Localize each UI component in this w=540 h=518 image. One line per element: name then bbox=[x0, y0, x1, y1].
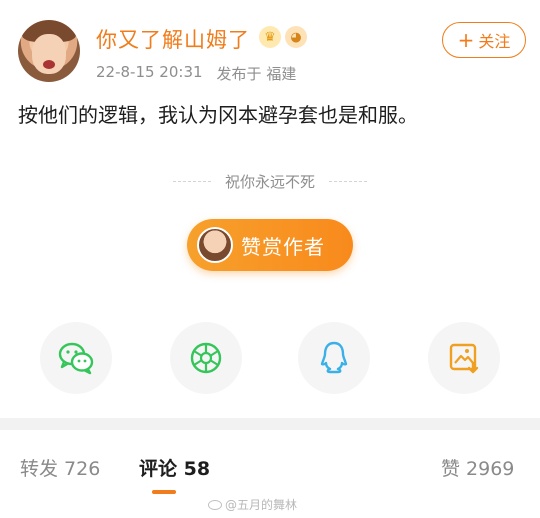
follow-label: 关注 bbox=[478, 32, 511, 51]
divider-line-left bbox=[172, 180, 211, 182]
follow-button[interactable]: + 关注 bbox=[442, 22, 526, 58]
watermark-text: @五月的舞林 bbox=[225, 498, 298, 512]
reward-author-button[interactable]: 赞赏作者 bbox=[187, 219, 353, 271]
post-text: 按他们的逻辑，我认为冈本避孕套也是和服。 bbox=[18, 103, 418, 127]
fish-badge-icon: ◕ bbox=[285, 26, 307, 48]
post-timestamp: 22-8-15 20:31 bbox=[96, 63, 203, 81]
share-moments-button[interactable] bbox=[170, 322, 242, 394]
weibo-logo-icon bbox=[208, 499, 222, 510]
blessing-text: 祝你永远不死 bbox=[224, 172, 315, 191]
user-badges: ♛ ◕ bbox=[259, 26, 307, 48]
reward-avatar bbox=[197, 227, 233, 263]
tab-repost[interactable]: 转发 726 bbox=[20, 454, 100, 481]
blessing-divider: 祝你永远不死 bbox=[0, 170, 540, 192]
author-avatar[interactable] bbox=[18, 20, 80, 82]
qq-icon bbox=[320, 341, 348, 374]
tab-comments[interactable]: 评论 58 bbox=[139, 454, 210, 481]
post-meta: 22-8-15 20:31 发布于 福建 bbox=[96, 63, 296, 84]
reward-label: 赞赏作者 bbox=[241, 234, 325, 259]
divider-line-right bbox=[329, 180, 367, 182]
share-save-image-button[interactable] bbox=[428, 322, 500, 394]
save-image-icon bbox=[449, 343, 479, 374]
crown-badge-icon: ♛ bbox=[259, 26, 281, 48]
watermark: @五月的舞林 bbox=[208, 496, 297, 513]
post-header: 你又了解山姆了 ♛ ◕ 22-8-15 20:31 发布于 福建 + 关注 bbox=[18, 18, 528, 88]
plus-icon: + bbox=[457, 28, 475, 52]
moments-icon bbox=[190, 342, 222, 374]
share-qq-button[interactable] bbox=[298, 322, 370, 394]
active-tab-indicator bbox=[152, 490, 176, 494]
tab-likes[interactable]: 赞 2969 bbox=[441, 454, 514, 481]
post-location: 发布于 福建 bbox=[216, 65, 297, 83]
share-row bbox=[0, 322, 540, 396]
author-username[interactable]: 你又了解山姆了 bbox=[96, 24, 250, 54]
share-wechat-button[interactable] bbox=[40, 322, 112, 394]
wechat-icon bbox=[58, 342, 94, 375]
section-separator bbox=[0, 418, 540, 430]
